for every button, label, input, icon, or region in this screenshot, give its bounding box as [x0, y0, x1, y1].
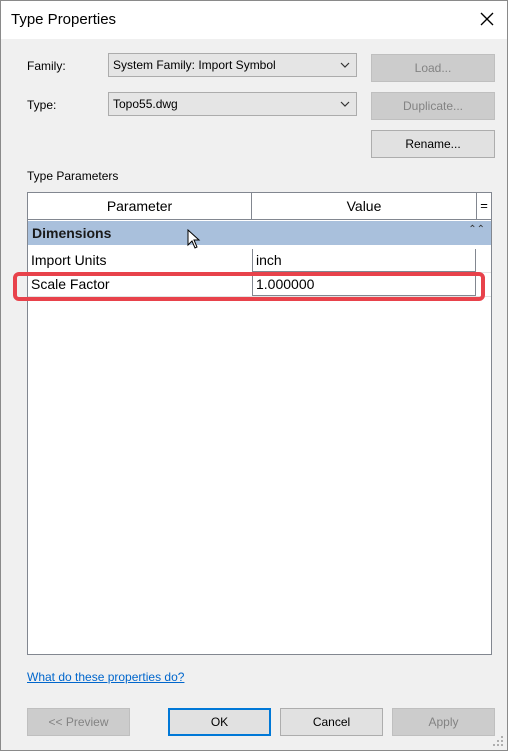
preview-button[interactable]: << Preview	[27, 708, 130, 736]
duplicate-button[interactable]: Duplicate...	[371, 92, 495, 120]
section-title: Dimensions	[32, 225, 112, 241]
import-units-value-field[interactable]: inch	[252, 249, 476, 272]
mouse-cursor-icon	[187, 229, 201, 249]
type-properties-dialog: Type Properties Family: System Family: I…	[0, 0, 508, 751]
section-dimensions[interactable]: Dimensions ⌃⌃	[28, 221, 491, 245]
apply-button[interactable]: Apply	[392, 708, 495, 736]
parameter-value: inch	[256, 252, 282, 268]
column-sort-toggle[interactable]: =	[477, 193, 491, 219]
column-header-value[interactable]: Value	[252, 193, 477, 219]
load-button[interactable]: Load...	[371, 54, 495, 82]
grid-header: Parameter Value =	[28, 193, 491, 220]
chevron-down-icon	[340, 101, 350, 107]
parameter-row-import-units: Import Units inch	[28, 249, 491, 273]
help-link[interactable]: What do these properties do?	[27, 670, 184, 684]
family-label: Family:	[27, 59, 66, 73]
rename-button[interactable]: Rename...	[371, 130, 495, 158]
close-icon	[480, 12, 494, 26]
type-parameters-label: Type Parameters	[27, 169, 119, 183]
collapse-section-icon[interactable]: ⌃⌃	[468, 224, 485, 235]
title-bar: Type Properties	[1, 1, 507, 39]
type-value: Topo55.dwg	[113, 97, 178, 111]
ok-button[interactable]: OK	[168, 708, 271, 736]
cancel-button[interactable]: Cancel	[280, 708, 383, 736]
dialog-title: Type Properties	[11, 11, 117, 28]
close-button[interactable]	[477, 9, 497, 29]
column-header-parameter[interactable]: Parameter	[28, 193, 252, 219]
family-value: System Family: Import Symbol	[113, 58, 276, 72]
chevron-down-icon	[340, 62, 350, 68]
family-select[interactable]: System Family: Import Symbol	[108, 53, 357, 77]
resize-grip-icon[interactable]	[492, 735, 504, 747]
parameter-name: Import Units	[31, 252, 107, 268]
highlight-annotation	[13, 272, 485, 301]
type-select[interactable]: Topo55.dwg	[108, 92, 357, 116]
parameters-grid: Parameter Value = Dimensions ⌃⌃ Import U…	[27, 192, 492, 655]
type-label: Type:	[27, 98, 57, 112]
